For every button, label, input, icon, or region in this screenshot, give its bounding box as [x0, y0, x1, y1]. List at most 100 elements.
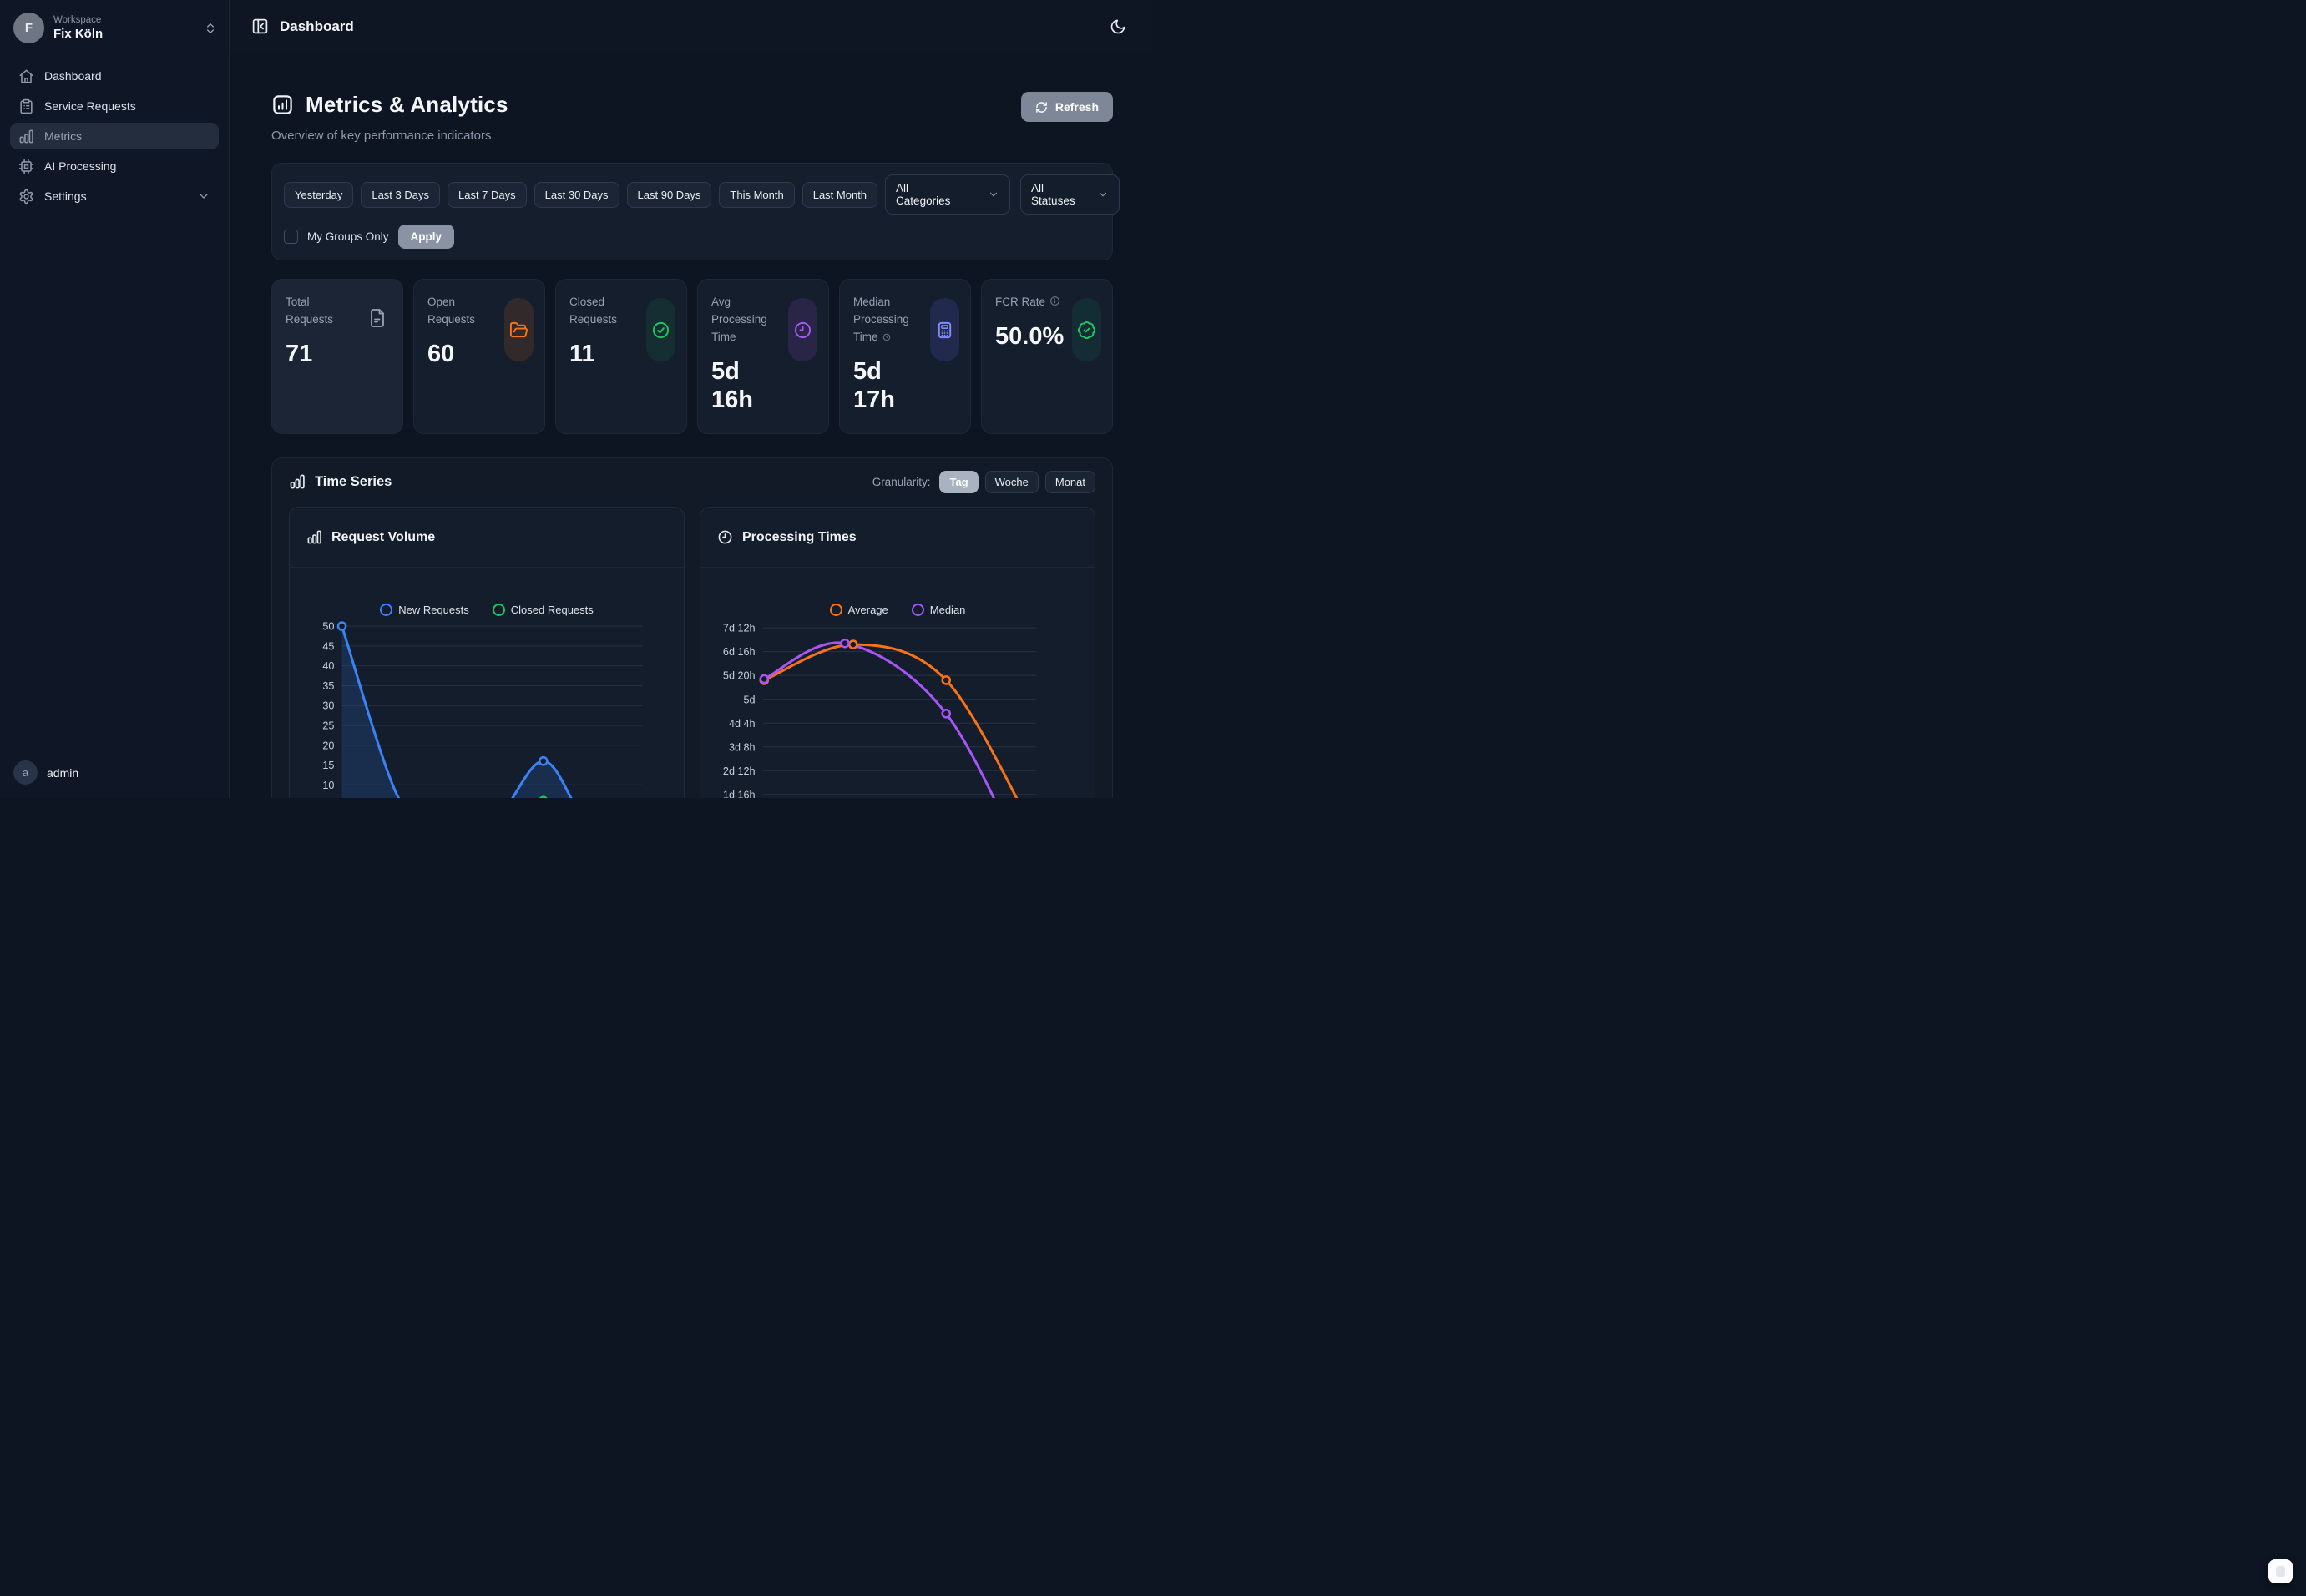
legend-item-closed-requests[interactable]: Closed Requests	[493, 601, 594, 618]
moon-icon[interactable]	[1105, 13, 1131, 40]
legend: New Requests Closed Requests	[303, 601, 670, 618]
content: Metrics & Analytics Overview of key perf…	[230, 53, 1153, 798]
chevron-down-icon	[988, 189, 999, 200]
svg-text:3d 8h: 3d 8h	[729, 741, 756, 753]
home-icon	[18, 68, 34, 84]
user-name: admin	[47, 766, 78, 780]
range-last-90-days-button[interactable]: Last 90 Days	[627, 182, 712, 208]
kpi-card-fcr-rate[interactable]: FCR Rate 50.0%	[981, 279, 1113, 434]
refresh-button[interactable]: Refresh	[1021, 92, 1113, 122]
workspace-meta: Workspace Fix Köln	[53, 15, 204, 41]
svg-text:20: 20	[322, 740, 334, 751]
kpi-value: 5d 16h	[711, 357, 771, 414]
check-circle-icon	[646, 298, 675, 361]
processing-times-card: Processing Times Average Median	[700, 507, 1095, 798]
sidebar-item-service-requests[interactable]: Service Requests	[10, 93, 219, 119]
kpi-card-median-processing-time[interactable]: Median Processing Time 5d 17h	[839, 279, 971, 434]
granularity-label: Granularity:	[872, 476, 931, 488]
kpi-card-closed-requests[interactable]: Closed Requests 11	[555, 279, 687, 434]
workspace-switcher[interactable]: F Workspace Fix Köln	[0, 0, 229, 54]
info-icon[interactable]	[1049, 295, 1060, 306]
request-volume-chart: 5045403530252015105	[303, 618, 670, 798]
legend-dot	[830, 604, 842, 616]
kpi-card-total-requests[interactable]: Total Requests 71	[271, 279, 403, 434]
statuses-select-value: All Statuses	[1031, 182, 1075, 207]
panel-collapse-icon[interactable]	[251, 18, 269, 35]
processing-times-chart: 7d 12h6d 16h5d 20h5d4d 4h3d 8h2d 12h1d 1…	[714, 618, 1081, 798]
topbar: Dashboard	[230, 0, 1153, 53]
kpi-card-avg-processing-time[interactable]: Avg Processing Time 5d 16h	[697, 279, 829, 434]
svg-text:4d 4h: 4d 4h	[729, 718, 756, 730]
categories-select[interactable]: All Categories	[885, 174, 1010, 215]
sidebar-item-dashboard[interactable]: Dashboard	[10, 63, 219, 89]
chart-title: Request Volume	[331, 530, 435, 545]
range-last-3-days-button[interactable]: Last 3 Days	[361, 182, 440, 208]
kpi-card-open-requests[interactable]: Open Requests 60	[413, 279, 545, 434]
clock-icon	[717, 529, 733, 545]
svg-text:45: 45	[322, 640, 334, 652]
bar-chart-icon	[306, 529, 322, 545]
chevron-down-icon	[197, 189, 210, 203]
topbar-title: Dashboard	[280, 18, 354, 35]
svg-text:30: 30	[322, 700, 334, 712]
sidebar-item-label: Metrics	[44, 129, 82, 143]
svg-text:2d 12h: 2d 12h	[723, 765, 756, 777]
range-last-month-button[interactable]: Last Month	[802, 182, 877, 208]
gear-icon	[18, 189, 34, 205]
sidebar-nav: Dashboard Service Requests Metrics AI Pr…	[0, 54, 229, 218]
categories-select-value: All Categories	[896, 182, 966, 207]
chevron-down-icon	[1097, 189, 1109, 200]
floating-widget-button[interactable]	[2268, 1559, 2293, 1583]
sidebar-item-label: Service Requests	[44, 99, 136, 113]
bar-chart-icon	[289, 473, 306, 490]
legend-item-median[interactable]: Median	[912, 601, 966, 618]
page-header: Metrics & Analytics Overview of key perf…	[271, 92, 1113, 143]
kpi-label: Total Requests	[286, 294, 354, 329]
svg-text:1d 16h: 1d 16h	[723, 789, 756, 798]
file-text-icon	[362, 301, 392, 335]
my-groups-only-label: My Groups Only	[307, 230, 389, 243]
main-area: Dashboard Metrics & Analytics	[230, 0, 1153, 798]
sidebar-item-settings[interactable]: Settings	[10, 183, 219, 210]
legend-dot	[493, 604, 505, 616]
statuses-select[interactable]: All Statuses	[1020, 174, 1120, 215]
page-subtitle: Overview of key performance indicators	[271, 129, 508, 143]
kpi-label: Closed Requests	[569, 294, 638, 329]
workspace-avatar: F	[13, 13, 44, 43]
range-this-month-button[interactable]: This Month	[719, 182, 794, 208]
range-last-7-days-button[interactable]: Last 7 Days	[448, 182, 527, 208]
time-series-title: Time Series	[315, 474, 392, 490]
clipboard-icon	[18, 98, 34, 114]
filter-panel: Yesterday Last 3 Days Last 7 Days Last 3…	[271, 163, 1113, 260]
granularity-woche-button[interactable]: Woche	[985, 471, 1039, 493]
sidebar-item-metrics[interactable]: Metrics	[10, 123, 219, 149]
request-volume-card: Request Volume New Requests Closed	[289, 507, 685, 798]
badge-check-icon	[1072, 298, 1101, 361]
bar-chart-icon	[18, 129, 34, 144]
workspace-label: Workspace	[53, 15, 204, 25]
widget-glyph-icon	[2276, 1566, 2285, 1577]
legend-item-new-requests[interactable]: New Requests	[380, 601, 469, 618]
analytics-icon	[271, 93, 294, 116]
kpi-label: Avg Processing Time	[711, 294, 780, 346]
granularity-monat-button[interactable]: Monat	[1045, 471, 1095, 493]
svg-text:35: 35	[322, 680, 334, 692]
kpi-value: 71	[286, 340, 389, 368]
range-yesterday-button[interactable]: Yesterday	[284, 182, 353, 208]
range-last-30-days-button[interactable]: Last 30 Days	[534, 182, 619, 208]
refresh-icon	[1035, 101, 1048, 114]
sidebar-item-ai-processing[interactable]: AI Processing	[10, 153, 219, 179]
folder-open-icon	[504, 298, 534, 361]
sidebar-item-label: Dashboard	[44, 69, 102, 83]
chevrons-up-down-icon[interactable]	[204, 22, 217, 35]
svg-text:40: 40	[322, 660, 334, 672]
kpi-label: Open Requests	[427, 294, 496, 329]
sidebar-item-label: Settings	[44, 189, 87, 203]
my-groups-only-checkbox[interactable]	[284, 230, 298, 244]
apply-button[interactable]: Apply	[398, 225, 455, 249]
granularity-tag-button[interactable]: Tag	[939, 471, 978, 493]
kpi-value: 5d 17h	[853, 357, 913, 414]
user-menu[interactable]: a admin	[0, 747, 229, 798]
legend-item-average[interactable]: Average	[830, 601, 888, 618]
svg-text:15: 15	[322, 760, 334, 771]
